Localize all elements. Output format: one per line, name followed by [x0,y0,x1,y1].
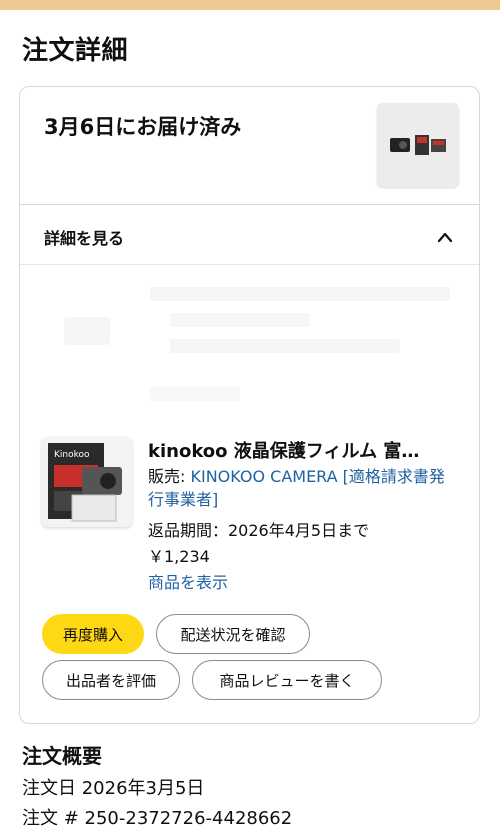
seller-prefix: 販売: [148,467,191,486]
page-title: 注文詳細 [22,36,129,66]
item-thumbnail[interactable]: Kinokoo [42,437,132,527]
details-toggle-row[interactable]: 詳細を見る [20,205,479,265]
delivery-status: 3月6日にお届け済み [44,115,242,139]
item-title[interactable]: kinokoo 液晶保護フィルム 富… [148,437,458,463]
screen-protector-product-icon: Kinokoo [42,437,132,527]
order-summary-title: 注文概要 [22,744,102,768]
item-price: ￥1,234 [148,547,210,566]
write-review-button[interactable]: 商品レビューを書く [192,660,382,700]
order-number: 注文 # 250-2372726-4428662 [22,808,293,829]
order-card: 3月6日にお届け済み 詳細を見る Kinokoo kinokoo 液晶保護フィル… [19,86,480,724]
chevron-up-icon[interactable] [437,229,453,245]
top-accent-bar [0,0,500,10]
brand-wordmark: Kinokoo [54,450,90,460]
view-item-link[interactable]: 商品を表示 [148,569,228,593]
buy-again-button[interactable]: 再度購入 [42,614,144,654]
shipment-header: 3月6日にお届け済み [20,87,479,205]
camera-product-icon [390,135,446,155]
track-package-button[interactable]: 配送状況を確認 [156,614,310,654]
seller-link[interactable]: KINOKOO CAMERA [適格請求書発行事業者] [148,467,445,509]
rate-seller-button[interactable]: 出品者を評価 [42,660,180,700]
details-toggle-label: 詳細を見る [44,229,125,248]
faded-background-content [20,267,479,417]
shipment-thumbnail[interactable] [377,103,459,187]
order-date: 注文日 2026年3月5日 [22,778,205,799]
seller-line: 販売: KINOKOO CAMERA [適格請求書発行事業者] [148,465,460,511]
return-window: 返品期間：2026年4月5日まで [148,521,370,540]
